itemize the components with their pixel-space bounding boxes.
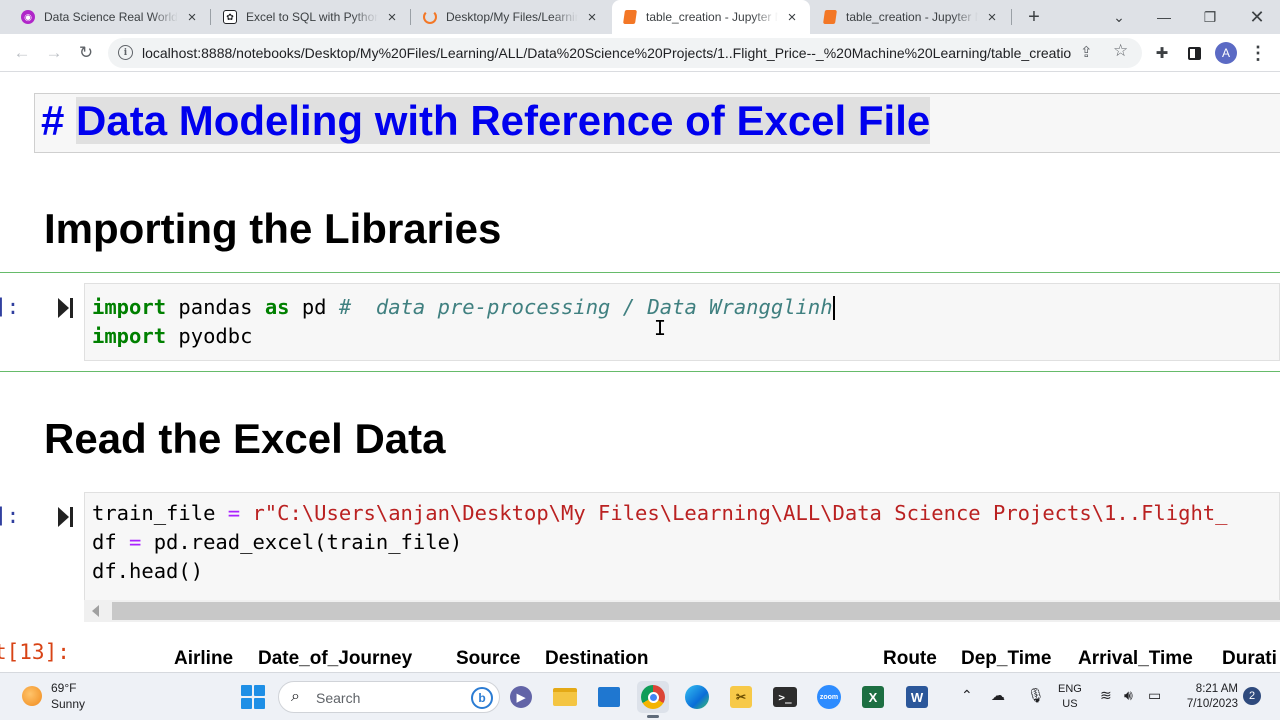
url-text[interactable]: localhost:8888/notebooks/Desktop/My%20Fi… (142, 45, 1072, 61)
code-editor[interactable]: train_file = r"C:\Users\anjan\Desktop\My… (84, 492, 1280, 602)
wifi-icon[interactable]: ≋ (1100, 687, 1112, 704)
notebook-icon (622, 9, 638, 25)
scroll-left-icon[interactable] (92, 605, 99, 617)
tab-label: Data Science Real World P (44, 10, 178, 24)
jupyter-icon (422, 9, 438, 25)
sun-icon[interactable] (22, 686, 42, 706)
windows-start-icon[interactable] (241, 685, 265, 709)
windows-taskbar: 69°F Sunny ⌕ Search b ▶ ✂ >_ zoom X W ⌃ … (0, 672, 1280, 720)
site-info-icon[interactable]: i (118, 45, 133, 60)
terminal-icon[interactable]: >_ (769, 681, 801, 713)
code-line: import pyodbc (92, 324, 253, 348)
chatgpt-icon: ✿ (222, 9, 238, 25)
back-arrow-icon[interactable]: ← (10, 41, 34, 65)
snipping-tool-icon[interactable]: ✂ (725, 681, 757, 713)
excel-icon[interactable]: X (857, 681, 889, 713)
browser-toolbar: ← → ↻ i localhost:8888/notebooks/Desktop… (0, 34, 1280, 72)
dataframe-column-header: Route (883, 648, 937, 669)
input-prompt: ]: (0, 295, 20, 319)
dataframe-column-header: Source (456, 648, 521, 669)
more-menu-icon[interactable]: ⋮ (1249, 41, 1267, 65)
side-panel-icon[interactable] (1182, 41, 1206, 65)
close-icon[interactable]: × (384, 9, 400, 26)
edge-icon[interactable] (681, 681, 713, 713)
browser-tab-active[interactable]: table_creation - Jupyter N × (612, 0, 810, 34)
tab-label: Desktop/My Files/Learning (446, 10, 578, 24)
input-language-indicator[interactable]: ENG US (1058, 682, 1082, 712)
weather-temperature[interactable]: 69°F (51, 681, 76, 695)
search-placeholder: Search (316, 690, 361, 706)
code-cell-imports[interactable]: ]: import pandas as pd # data pre-proces… (0, 272, 1280, 372)
microsoft-store-icon[interactable] (593, 681, 625, 713)
reload-icon[interactable]: ↻ (74, 41, 98, 65)
tab-search-icon[interactable]: ⌄ (1107, 5, 1131, 29)
forward-arrow-icon[interactable]: → (42, 41, 66, 65)
taskbar-search[interactable]: ⌕ Search b (278, 681, 500, 713)
page-title: # Data Modeling with Reference of Excel … (41, 97, 931, 144)
show-hidden-icons-chevron-icon[interactable]: ⌃ (961, 687, 973, 704)
restore-icon[interactable]: ❐ (1198, 5, 1222, 29)
code-line: df.head() (92, 559, 204, 583)
code-line: df = pd.read_excel(train_file) (92, 530, 463, 554)
scrollbar-thumb[interactable] (112, 602, 1280, 620)
tab-label: table_creation - Jupyter N (846, 10, 978, 24)
code-line: train_file = r"C:\Users\anjan\Desktop\My… (92, 501, 1228, 525)
bookmark-star-icon[interactable]: ☆ (1113, 41, 1128, 61)
close-icon[interactable]: × (184, 9, 200, 26)
close-icon[interactable]: × (784, 9, 800, 26)
new-tab-button[interactable]: + (1022, 5, 1046, 29)
browser-tab[interactable]: ✿ Excel to SQL with Python × (212, 0, 410, 34)
text-cursor-icon: I (654, 316, 667, 340)
teams-chat-icon[interactable]: ▶ (505, 681, 537, 713)
file-explorer-icon[interactable] (549, 681, 581, 713)
tab-label: table_creation - Jupyter N (646, 10, 778, 24)
heading-read-excel: Read the Excel Data (44, 415, 446, 462)
dataframe-column-header: Airline (174, 648, 234, 669)
horizontal-scrollbar[interactable] (84, 600, 1280, 622)
profile-avatar[interactable]: A (1215, 42, 1237, 64)
address-bar[interactable]: i localhost:8888/notebooks/Desktop/My%20… (108, 38, 1142, 68)
close-icon[interactable]: × (984, 9, 1000, 26)
code-editor[interactable]: import pandas as pd # data pre-processin… (84, 283, 1280, 361)
battery-icon[interactable]: ▭ (1148, 687, 1161, 704)
text-caret (832, 296, 835, 320)
notification-badge[interactable]: 2 (1243, 687, 1261, 705)
dataframe-column-header: Durati (1222, 648, 1277, 669)
notebook-icon (822, 9, 838, 25)
youtube-icon: ◉ (20, 9, 36, 25)
run-cell-icon[interactable] (58, 297, 74, 319)
volume-icon[interactable]: 🔊︎ (1124, 687, 1133, 704)
dataframe-column-header: Destination (545, 648, 649, 669)
notebook-container: # Data Modeling with Reference of Excel … (0, 72, 1280, 672)
onedrive-cloud-icon[interactable]: ☁ (991, 687, 1005, 704)
share-icon[interactable]: ⇪ (1080, 43, 1093, 61)
close-icon[interactable]: × (584, 9, 600, 26)
window-close-icon[interactable]: ✕ (1245, 5, 1269, 29)
microphone-icon[interactable]: 🎙︎ (1027, 687, 1045, 704)
browser-tab[interactable]: Desktop/My Files/Learning × (412, 0, 610, 34)
extensions-puzzle-icon[interactable]: ✚ (1150, 41, 1174, 65)
word-icon[interactable]: W (901, 681, 933, 713)
dataframe-column-header: Date_of_Journey (258, 648, 413, 669)
dataframe-column-header: Arrival_Time (1078, 648, 1193, 669)
browser-tab-strip: ◉ Data Science Real World P × ✿ Excel to… (0, 0, 1280, 34)
markdown-title-cell[interactable]: # Data Modeling with Reference of Excel … (34, 93, 1280, 153)
system-clock[interactable]: 8:21 AM 7/10/2023 (1180, 682, 1238, 712)
search-icon: ⌕ (291, 688, 300, 705)
browser-tab[interactable]: ◉ Data Science Real World P × (10, 0, 210, 34)
browser-tab[interactable]: table_creation - Jupyter N × (812, 0, 1010, 34)
heading-importing-libraries: Importing the Libraries (44, 205, 502, 252)
weather-description[interactable]: Sunny (51, 697, 85, 711)
run-cell-icon[interactable] (58, 506, 74, 528)
input-prompt: ]: (0, 504, 20, 528)
minimize-icon[interactable]: — (1152, 5, 1176, 29)
output-prompt: t[13]: (0, 640, 70, 664)
dataframe-column-header: Dep_Time (961, 648, 1052, 669)
code-line: import pandas as pd # data pre-processin… (92, 295, 835, 320)
bing-icon[interactable]: b (471, 687, 493, 709)
zoom-icon[interactable]: zoom (813, 681, 845, 713)
chrome-icon[interactable] (637, 681, 669, 718)
tab-label: Excel to SQL with Python (246, 10, 378, 24)
